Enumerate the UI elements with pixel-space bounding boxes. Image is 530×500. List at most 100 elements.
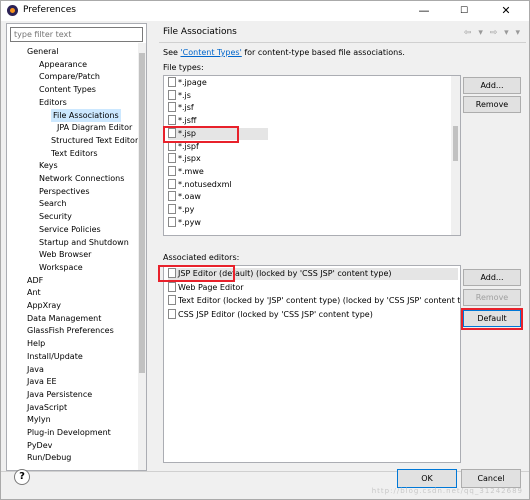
- tree-item-ant[interactable]: Ant: [27, 286, 41, 299]
- file-icon: [168, 165, 176, 176]
- highlight-default-box: [461, 308, 523, 330]
- minimize-button[interactable]: —: [409, 1, 439, 21]
- tree-item-search[interactable]: Search: [39, 197, 66, 210]
- file-type-label: *.mwe: [178, 166, 204, 176]
- help-icon[interactable]: ?: [14, 469, 30, 485]
- tree-item-keys[interactable]: Keys: [39, 159, 58, 172]
- file-type-item[interactable]: *.oaw: [168, 191, 201, 203]
- tree-item-mylyn[interactable]: Mylyn: [27, 413, 51, 426]
- file-icon: [168, 102, 176, 113]
- file-type-item[interactable]: *.notusedxml: [168, 178, 232, 191]
- add-editor-button[interactable]: Add...: [463, 269, 521, 286]
- file-type-label: *.jpage: [178, 78, 207, 87]
- tree-item-java-ee[interactable]: Java EE: [27, 375, 57, 388]
- content-types-link[interactable]: 'Content Types': [180, 48, 241, 57]
- file-type-label: *.oaw: [178, 192, 201, 202]
- file-icon: [168, 77, 176, 87]
- highlight-jsp-editor-box: [158, 265, 235, 282]
- window-title: Preferences: [23, 5, 76, 15]
- tree-item-web-browser[interactable]: Web Browser: [39, 248, 91, 261]
- file-type-item[interactable]: *.pyw: [168, 216, 201, 229]
- tree-item-jpa-diagram-editor[interactable]: JPA Diagram Editor: [57, 121, 132, 134]
- preference-tree-panel: GeneralAppearanceCompare/PatchContent Ty…: [6, 23, 147, 471]
- close-button[interactable]: ✕: [491, 1, 521, 21]
- editor-icon: [168, 295, 176, 305]
- tree-item-pydev[interactable]: PyDev: [27, 439, 52, 452]
- file-icon: [168, 191, 176, 202]
- file-types-label: File types:: [163, 63, 204, 72]
- tree-item-plug-in-development[interactable]: Plug-in Development: [27, 426, 111, 439]
- tree-item-editors[interactable]: Editors: [39, 96, 67, 109]
- tree-item-install-update[interactable]: Install/Update: [27, 350, 83, 363]
- remove-editor-button[interactable]: Remove: [463, 289, 521, 306]
- editor-item[interactable]: CSS JSP Editor (locked by 'CSS JSP' cont…: [168, 308, 373, 321]
- editor-label: Web Page Editor: [178, 282, 244, 292]
- tree-item-java-persistence[interactable]: Java Persistence: [27, 388, 92, 401]
- title-separator: [159, 42, 526, 43]
- filter-input[interactable]: [10, 27, 143, 42]
- tree-item-service-policies[interactable]: Service Policies: [39, 223, 101, 236]
- maximize-button[interactable]: ☐: [449, 1, 479, 21]
- tree-scrollbar[interactable]: [138, 43, 146, 470]
- file-type-item[interactable]: *.jsf: [168, 102, 194, 114]
- tree-item-java[interactable]: Java: [27, 363, 44, 376]
- file-icon: [168, 216, 176, 227]
- page-title: File Associations: [163, 27, 237, 37]
- editor-label: Text Editor (locked by 'JSP' content typ…: [178, 296, 461, 305]
- file-icon: [168, 89, 176, 100]
- tree-item-general[interactable]: General: [27, 45, 59, 58]
- watermark-text: http://blog.csdn.net/qq_31242689: [371, 487, 523, 495]
- tree-item-structured-text-editors[interactable]: Structured Text Editors: [51, 134, 142, 147]
- desc-prefix: See: [163, 48, 181, 57]
- tree-item-text-editors[interactable]: Text Editors: [51, 147, 98, 160]
- file-type-label: *.jsff: [178, 116, 197, 126]
- file-type-label: *.jsf: [178, 103, 194, 113]
- file-type-label: *.pyw: [178, 217, 201, 227]
- panel-sash[interactable]: [149, 23, 159, 471]
- editor-item[interactable]: Text Editor (locked by 'JSP' content typ…: [168, 295, 461, 307]
- tree-item-appearance[interactable]: Appearance: [39, 58, 87, 71]
- file-icon: [168, 178, 176, 189]
- tree-item-compare-patch[interactable]: Compare/Patch: [39, 70, 100, 83]
- tree-item-appxray[interactable]: AppXray: [27, 299, 61, 312]
- tree-item-javascript[interactable]: JavaScript: [27, 401, 67, 414]
- file-icon: [168, 115, 176, 126]
- tree-item-network-connections[interactable]: Network Connections: [39, 172, 124, 185]
- file-types-list[interactable]: *.jpage *.js *.jsf *.jsff *.jsp *.jspf *.jspx *…: [163, 75, 461, 236]
- tree-item-help[interactable]: Help: [27, 337, 45, 350]
- tree-item-file-associations[interactable]: File Associations: [51, 108, 121, 122]
- tree-item-adf[interactable]: ADF: [27, 274, 43, 287]
- file-types-scrollbar-thumb[interactable]: [453, 126, 458, 161]
- file-types-scrollbar[interactable]: [451, 76, 460, 235]
- tree-item-startup-and-shutdown[interactable]: Startup and Shutdown: [39, 236, 129, 249]
- file-icon: [168, 153, 176, 164]
- preferences-window: Preferences — ☐ ✕ GeneralAppearanceCompa…: [0, 0, 530, 500]
- add-file-type-button[interactable]: Add...: [463, 77, 521, 94]
- file-type-item[interactable]: *.py: [168, 204, 194, 216]
- file-type-item[interactable]: *.js: [168, 89, 191, 102]
- associated-editors-list[interactable]: JSP Editor (default) (locked by 'CSS JSP…: [163, 265, 461, 463]
- file-type-item[interactable]: *.jpage: [168, 77, 207, 89]
- tree-item-workspace[interactable]: Workspace: [39, 261, 83, 274]
- nav-arrows[interactable]: ⇦ ▾ ⇨ ▾ ▾: [464, 28, 522, 38]
- ok-button[interactable]: OK: [397, 469, 457, 488]
- tree-scrollbar-thumb[interactable]: [139, 53, 145, 373]
- highlight-jsp-box: [163, 126, 239, 143]
- tree-item-glassfish-preferences[interactable]: GlassFish Preferences: [27, 324, 114, 337]
- editor-item[interactable]: Web Page Editor: [168, 281, 244, 294]
- editor-label: CSS JSP Editor (locked by 'CSS JSP' cont…: [178, 309, 373, 319]
- file-type-label: *.jspx: [178, 154, 201, 164]
- tree-item-run-debug[interactable]: Run/Debug: [27, 451, 71, 464]
- file-type-item[interactable]: *.mwe: [168, 165, 204, 178]
- file-type-item[interactable]: *.jspx: [168, 153, 201, 165]
- associated-editors-label: Associated editors:: [163, 253, 240, 262]
- file-associations-page: File Associations ⇦ ▾ ⇨ ▾ ▾ See 'Content…: [159, 23, 526, 471]
- editor-icon: [168, 308, 176, 319]
- remove-file-type-button[interactable]: Remove: [463, 96, 521, 113]
- tree-item-security[interactable]: Security: [39, 210, 72, 223]
- tree-item-perspectives[interactable]: Perspectives: [39, 185, 90, 198]
- cancel-button[interactable]: Cancel: [461, 469, 521, 488]
- tree-item-content-types[interactable]: Content Types: [39, 83, 96, 96]
- title-bar: Preferences — ☐ ✕: [1, 1, 529, 21]
- tree-item-data-management[interactable]: Data Management: [27, 312, 101, 325]
